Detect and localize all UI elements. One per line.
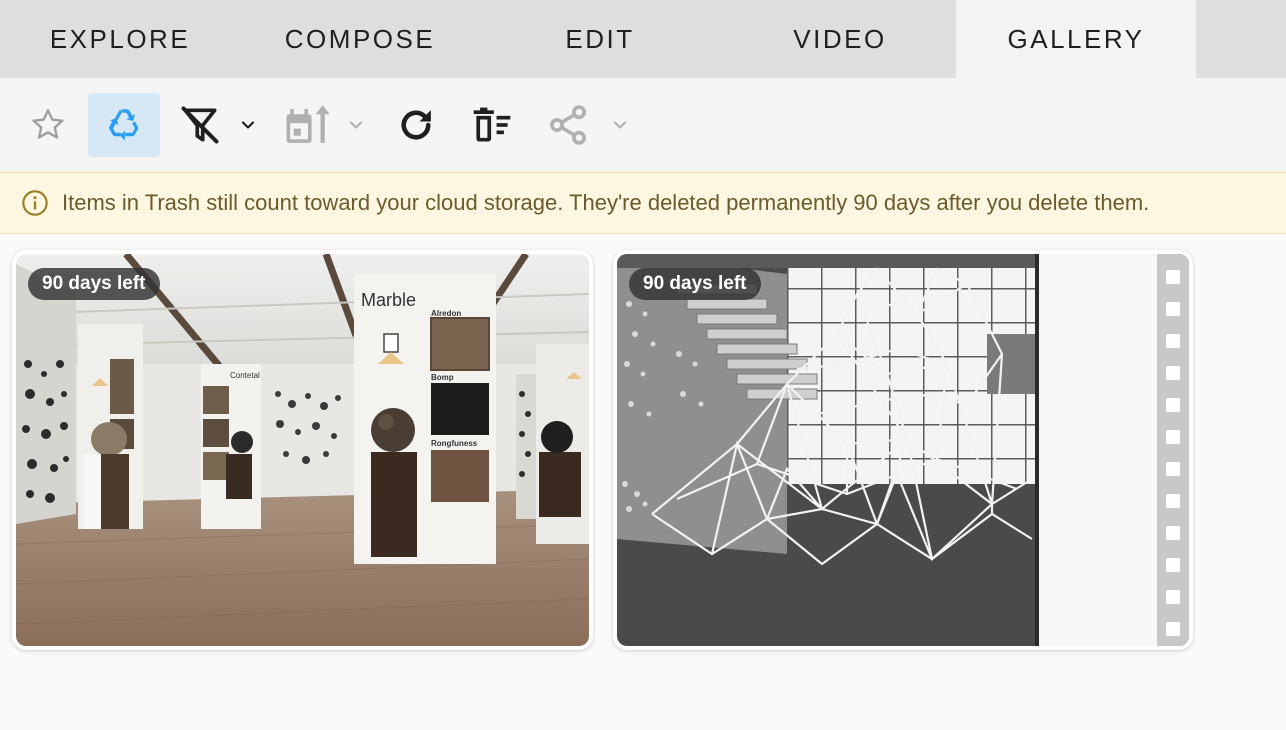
star-outline-icon xyxy=(32,109,64,139)
gallery-thumbnail[interactable]: 90 days left xyxy=(617,254,1189,646)
days-left-badge: 90 days left xyxy=(28,268,160,300)
filter-off-button[interactable] xyxy=(164,93,236,157)
share-button[interactable] xyxy=(532,93,604,157)
panel-label-2: Bomp xyxy=(431,373,454,382)
gallery-item[interactable]: Marble Alredon Bomp Rongfuness Contetal xyxy=(12,250,593,650)
delete-sweep-icon xyxy=(473,107,511,142)
sign-marble-title: Marble xyxy=(361,290,416,310)
tab-bar: EXPLORE COMPOSE EDIT VIDEO GALLERY xyxy=(0,0,1286,78)
trash-info-banner: Items in Trash still count toward your c… xyxy=(0,172,1286,234)
tab-gallery[interactable]: GALLERY xyxy=(956,0,1196,78)
gallery-item[interactable]: 90 days left xyxy=(613,250,1193,650)
share-icon xyxy=(550,105,586,145)
info-icon xyxy=(21,189,49,217)
favorite-button[interactable] xyxy=(12,93,84,157)
recycle-icon xyxy=(109,109,139,141)
trash-view-button[interactable] xyxy=(88,93,160,157)
wireframe-sculpture-image xyxy=(617,254,1189,646)
refresh-icon xyxy=(401,110,431,140)
filter-off-icon xyxy=(181,106,219,144)
tab-compose[interactable]: COMPOSE xyxy=(240,0,480,78)
small-panel-label: Contetal xyxy=(230,371,260,380)
tab-explore[interactable]: EXPLORE xyxy=(0,0,240,78)
chevron-down-icon xyxy=(613,121,627,129)
share-dropdown[interactable] xyxy=(608,108,632,142)
sort-dropdown[interactable] xyxy=(344,108,368,142)
panel-label-3: Rongfuness xyxy=(431,439,478,448)
toolbar xyxy=(0,78,1286,172)
chevron-down-icon xyxy=(349,121,363,129)
tab-video[interactable]: VIDEO xyxy=(720,0,960,78)
sort-by-date-button[interactable] xyxy=(272,93,344,157)
chevron-down-icon xyxy=(241,121,255,129)
gallery-thumbnail[interactable]: Marble Alredon Bomp Rongfuness Contetal xyxy=(16,254,589,646)
panel-label-1: Alredon xyxy=(431,309,461,318)
filter-dropdown[interactable] xyxy=(236,108,260,142)
tab-edit[interactable]: EDIT xyxy=(480,0,720,78)
days-left-badge: 90 days left xyxy=(629,268,761,300)
banner-message: Items in Trash still count toward your c… xyxy=(62,190,1150,215)
calendar-sort-icon xyxy=(286,105,330,143)
refresh-button[interactable] xyxy=(380,93,452,157)
empty-trash-button[interactable] xyxy=(456,93,528,157)
marble-showroom-image: Marble Alredon Bomp Rongfuness Contetal xyxy=(16,254,589,646)
